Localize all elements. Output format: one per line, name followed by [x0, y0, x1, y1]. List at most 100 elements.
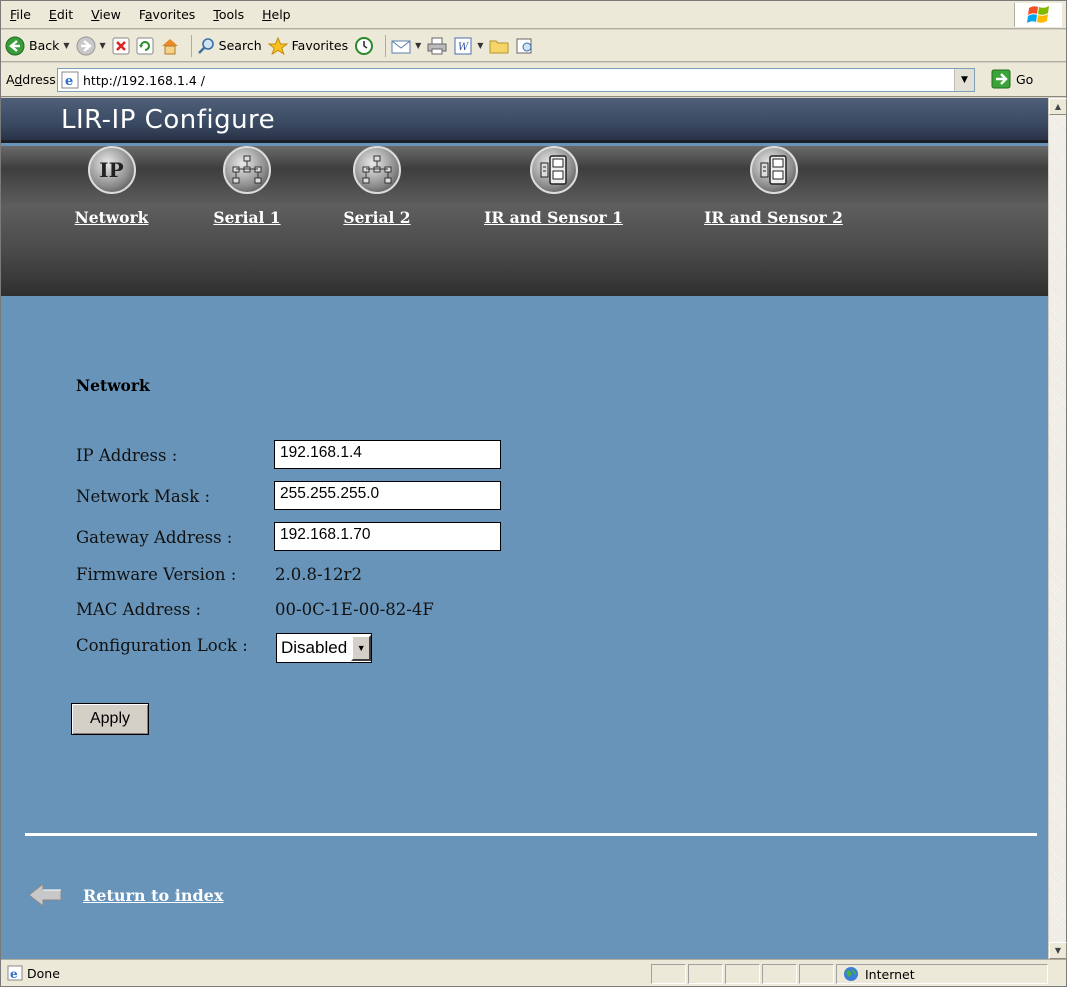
nav-link-network[interactable]: Network	[64, 208, 159, 227]
ie-page-icon: e	[61, 71, 79, 89]
folder-icon	[489, 40, 509, 53]
refresh-button[interactable]	[136, 37, 154, 55]
go-button[interactable]: Go	[991, 69, 1033, 89]
configuration-lock-value: Disabled	[281, 638, 348, 657]
status-panel	[762, 964, 797, 984]
search-button[interactable]: Search	[197, 37, 262, 55]
menu-tools[interactable]: Tools	[204, 7, 253, 22]
zone-panel: Internet	[836, 964, 1048, 984]
address-label: Address	[6, 72, 56, 87]
go-label: Go	[1016, 71, 1034, 87]
mac-address-label: MAC Address :	[76, 600, 202, 619]
chevron-down-icon[interactable]: ▼	[63, 41, 69, 50]
address-dropdown-icon[interactable]: ▼	[954, 69, 974, 91]
history-icon	[355, 36, 374, 55]
standard-toolbar: Back ▼ ▼ Search Favorites ▼ W ▼	[1, 30, 1066, 62]
configuration-lock-select[interactable]: Disabled ▼	[276, 633, 373, 663]
ip-address-label: IP Address :	[76, 446, 178, 465]
nav-item-ir-sensor-1[interactable]: IR and Sensor 1	[466, 146, 641, 246]
menu-favorites[interactable]: Favorites	[130, 7, 204, 22]
chevron-down-icon[interactable]: ▼	[477, 41, 483, 50]
vertical-scrollbar[interactable]: ▲ ▼	[1048, 98, 1067, 959]
forward-arrow-icon	[76, 36, 96, 55]
mac-address-value: 00-0C-1E-00-82-4F	[275, 600, 434, 619]
back-label: Back	[29, 38, 60, 53]
scroll-up-icon[interactable]: ▲	[1049, 98, 1067, 115]
refresh-icon	[136, 37, 154, 54]
nav-item-serial-1[interactable]: Serial 1	[206, 146, 288, 246]
menu-help[interactable]: Help	[253, 7, 300, 22]
ip-address-input[interactable]: 192.168.1.4	[274, 440, 501, 469]
page-viewport: LIR-IP Configure IP Network Serial 1 Ser…	[1, 98, 1048, 959]
address-bar: Address e http://192.168.1.4 / ▼ Go	[1, 63, 1066, 97]
stop-icon	[112, 37, 130, 54]
print-button[interactable]	[427, 37, 447, 55]
nav-link-ir-sensor-1[interactable]: IR and Sensor 1	[466, 208, 641, 227]
back-arrow-icon[interactable]	[27, 882, 65, 908]
windows-logo-icon	[1014, 3, 1062, 27]
scroll-down-icon[interactable]: ▼	[1049, 942, 1067, 959]
status-panel	[725, 964, 760, 984]
network-mask-input[interactable]: 255.255.255.0	[274, 481, 501, 510]
network-mask-label: Network Mask :	[76, 487, 211, 506]
printer-icon	[427, 37, 447, 54]
svg-text:e: e	[65, 74, 73, 89]
network-icon	[353, 146, 401, 194]
favorites-label: Favorites	[291, 38, 349, 53]
back-button[interactable]: Back ▼	[5, 36, 70, 56]
go-arrow-icon	[991, 69, 1011, 89]
nav-item-network[interactable]: IP Network	[64, 146, 159, 246]
research-icon	[516, 38, 532, 53]
forward-button[interactable]: ▼	[76, 36, 106, 56]
chevron-down-icon[interactable]: ▼	[351, 635, 372, 661]
status-panel	[651, 964, 686, 984]
browser-window: File Edit View Favorites Tools Help Back…	[0, 0, 1067, 987]
ie-page-icon: e	[7, 965, 23, 981]
svg-text:W: W	[458, 42, 469, 53]
status-text: Done	[27, 965, 60, 981]
status-bar: e Done Internet	[1, 959, 1066, 986]
gateway-address-input[interactable]: 192.168.1.70	[274, 522, 501, 551]
nav-link-serial-1[interactable]: Serial 1	[206, 208, 288, 227]
configuration-lock-label: Configuration Lock :	[76, 636, 248, 655]
menu-edit[interactable]: Edit	[40, 7, 82, 22]
research-button[interactable]	[515, 37, 535, 55]
globe-icon	[844, 967, 858, 981]
menu-view[interactable]: View	[82, 7, 130, 22]
return-row: Return to index	[27, 882, 223, 908]
status-panel	[799, 964, 834, 984]
zone-label: Internet	[865, 966, 915, 982]
svg-text:e: e	[10, 967, 18, 981]
menu-file[interactable]: File	[1, 7, 40, 22]
firmware-version-label: Firmware Version :	[76, 565, 237, 584]
page-header: LIR-IP Configure	[1, 98, 1048, 143]
word-icon: W	[454, 37, 472, 54]
firmware-version-value: 2.0.8-12r2	[275, 565, 362, 584]
chevron-down-icon[interactable]: ▼	[415, 41, 421, 50]
address-input[interactable]: e http://192.168.1.4 / ▼	[57, 68, 975, 92]
nav-link-ir-sensor-2[interactable]: IR and Sensor 2	[686, 208, 861, 227]
network-icon	[223, 146, 271, 194]
search-icon	[197, 37, 214, 54]
section-title: Network	[76, 376, 150, 395]
edit-button[interactable]: W ▼	[453, 37, 483, 55]
toolbar-separator	[190, 34, 192, 57]
stop-button[interactable]	[112, 37, 130, 55]
return-to-index-link[interactable]: Return to index	[83, 886, 223, 905]
divider	[25, 833, 1037, 836]
favorites-button[interactable]: Favorites	[267, 36, 349, 55]
history-button[interactable]	[354, 36, 374, 56]
address-url: http://192.168.1.4 /	[83, 72, 206, 88]
star-icon	[267, 36, 288, 55]
nav-link-serial-2[interactable]: Serial 2	[336, 208, 418, 227]
apply-button[interactable]: Apply	[71, 703, 149, 735]
chevron-down-icon[interactable]: ▼	[100, 41, 106, 50]
device-icon	[749, 146, 798, 194]
search-label: Search	[218, 38, 262, 53]
nav-item-serial-2[interactable]: Serial 2	[336, 146, 418, 246]
nav-item-ir-sensor-2[interactable]: IR and Sensor 2	[686, 146, 861, 246]
home-button[interactable]	[160, 36, 180, 56]
mail-button[interactable]: ▼	[391, 37, 421, 55]
folder-button[interactable]	[489, 37, 509, 55]
nav-band: IP Network Serial 1 Serial 2 IR and Sens…	[1, 146, 1048, 296]
